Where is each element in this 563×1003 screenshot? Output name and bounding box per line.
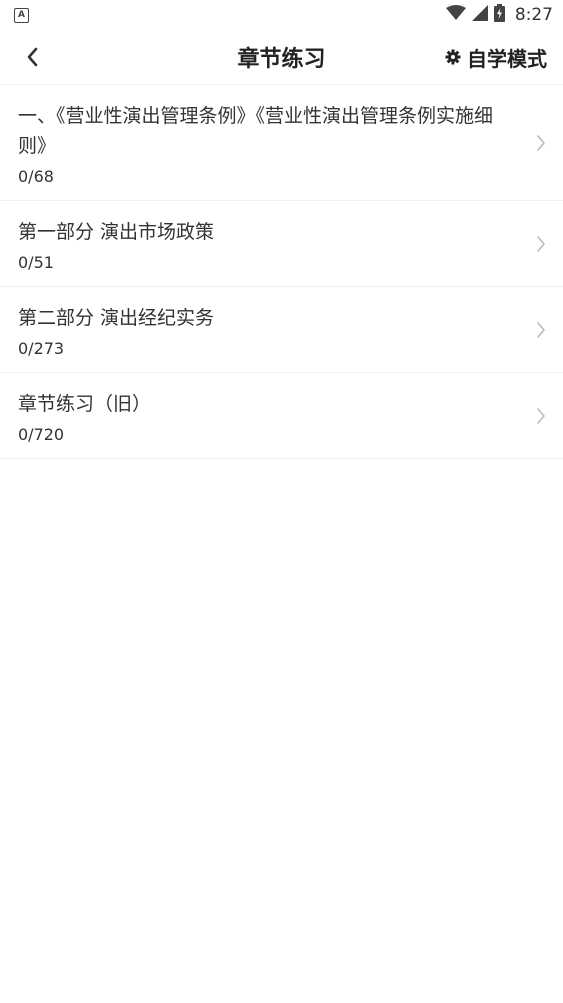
chevron-right-icon: [537, 235, 545, 252]
chapter-item[interactable]: 第二部分 演出经纪实务 0/273: [0, 287, 563, 373]
chapter-progress: 0/720: [18, 425, 65, 444]
chapter-item[interactable]: 一、《营业性演出管理条例》《营业性演出管理条例实施细则》 0/68: [0, 85, 563, 201]
chevron-right-icon: [537, 407, 545, 424]
chapter-title: 一、《营业性演出管理条例》《营业性演出管理条例实施细则》: [18, 105, 494, 157]
status-right: 8:27: [445, 4, 553, 26]
chapter-title: 章节练习（旧）: [18, 393, 152, 415]
status-bar: A 8:27: [0, 0, 563, 30]
self-study-mode-button[interactable]: 自学模式: [445, 42, 547, 72]
signal-icon: [471, 5, 488, 25]
chapter-item[interactable]: 第一部分 演出市场政策 0/51: [0, 201, 563, 287]
status-left: A: [14, 7, 29, 23]
back-button[interactable]: [14, 38, 50, 76]
battery-icon: [493, 4, 505, 26]
status-time: 8:27: [514, 5, 553, 25]
chapter-title: 第一部分 演出市场政策: [18, 221, 215, 243]
chapter-progress: 0/273: [18, 339, 65, 358]
chapter-list: 一、《营业性演出管理条例》《营业性演出管理条例实施细则》 0/68 第一部分 演…: [0, 85, 563, 459]
app-notification-icon: A: [14, 7, 29, 23]
chevron-left-icon: [27, 47, 38, 67]
wifi-icon: [445, 5, 466, 25]
chapter-progress: 0/51: [18, 253, 54, 272]
app-header: 章节练习 自学模式: [0, 30, 563, 85]
chapter-item[interactable]: 章节练习（旧） 0/720: [0, 373, 563, 459]
chevron-right-icon: [537, 321, 545, 338]
chapter-progress: 0/68: [18, 167, 54, 186]
chapter-title: 第二部分 演出经纪实务: [18, 307, 215, 329]
self-study-mode-label: 自学模式: [467, 46, 547, 71]
chevron-right-icon: [537, 134, 545, 151]
gear-icon: [445, 49, 461, 65]
